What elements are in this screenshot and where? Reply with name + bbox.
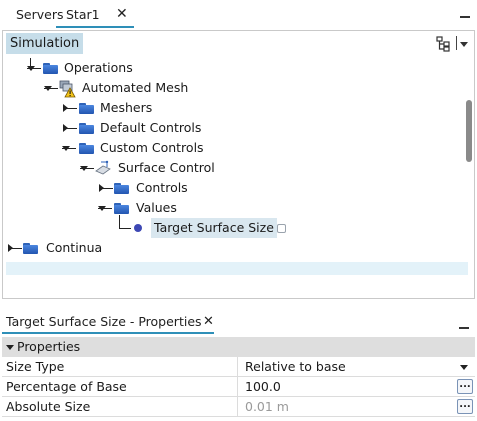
folder-icon bbox=[43, 63, 58, 74]
mesh-operation-warning-icon bbox=[58, 80, 76, 98]
minimize-icon[interactable] bbox=[460, 16, 470, 18]
tree-item-label: Operations bbox=[64, 60, 133, 75]
simulation-root-node[interactable]: Simulation bbox=[6, 33, 84, 54]
properties-section-header[interactable]: Properties bbox=[2, 337, 475, 357]
absolute-size-input: 0.01 m bbox=[245, 399, 289, 414]
absolute-size-ellipsis-button[interactable]: ... bbox=[457, 399, 473, 414]
tree-item-surface-control[interactable]: Surface Control bbox=[0, 158, 460, 178]
tree-item-label: Target Surface Size bbox=[151, 218, 277, 238]
tree-connector bbox=[63, 108, 77, 109]
folder-icon bbox=[114, 183, 129, 194]
properties-tab-indicator bbox=[2, 332, 214, 334]
properties-panel-title[interactable]: Target Surface Size - Properties bbox=[6, 313, 202, 331]
close-properties-icon[interactable]: ✕ bbox=[203, 313, 214, 331]
tree-item-label: Automated Mesh bbox=[82, 80, 189, 95]
collapse-section-icon[interactable] bbox=[6, 345, 14, 350]
tree-connector bbox=[44, 88, 58, 89]
close-tab-icon[interactable]: ✕ bbox=[116, 4, 128, 24]
tree-item-default-controls[interactable]: Default Controls bbox=[0, 118, 460, 138]
tree-connector bbox=[62, 148, 76, 149]
column-divider bbox=[237, 357, 238, 377]
property-row-percentage-of-base[interactable]: Percentage of Base 100.0 ... bbox=[2, 377, 475, 397]
column-divider bbox=[237, 397, 238, 417]
view-menu-chevron-down-icon[interactable] bbox=[460, 42, 468, 47]
folder-icon bbox=[79, 103, 94, 114]
tree-item-automated-mesh[interactable]: Automated Mesh bbox=[0, 78, 460, 98]
tree-item-meshers[interactable]: Meshers bbox=[0, 98, 460, 118]
tree-connector bbox=[99, 188, 113, 189]
property-name: Size Type bbox=[6, 359, 65, 374]
toolbar-separator bbox=[456, 36, 457, 50]
active-tab-indicator bbox=[56, 26, 134, 28]
tree-item-target-surface-size[interactable]: Target Surface Size bbox=[0, 218, 460, 238]
tree-scrollbar-thumb[interactable] bbox=[466, 100, 472, 162]
tree-item-operations[interactable]: Operations bbox=[0, 58, 460, 78]
property-name: Percentage of Base bbox=[6, 379, 127, 394]
folder-icon bbox=[23, 243, 38, 254]
edit-checkbox-icon[interactable] bbox=[277, 224, 286, 233]
tree-item-continua[interactable]: Continua bbox=[0, 238, 460, 258]
tree-item-label: Controls bbox=[136, 180, 188, 195]
section-label: Properties bbox=[17, 339, 81, 354]
folder-icon bbox=[114, 203, 129, 214]
tree-item-custom-controls[interactable]: Custom Controls bbox=[0, 138, 460, 158]
tree-item-label: Continua bbox=[46, 240, 103, 255]
percentage-of-base-input[interactable]: 100.0 bbox=[245, 377, 281, 397]
tree-item-controls[interactable]: Controls bbox=[0, 178, 460, 198]
tree-connector bbox=[80, 168, 94, 169]
tree-item-label: Custom Controls bbox=[100, 140, 204, 155]
tree-connector bbox=[98, 208, 112, 209]
folder-icon bbox=[79, 143, 94, 154]
tree-connector bbox=[8, 248, 22, 249]
tab-star1[interactable]: Star1 bbox=[66, 5, 100, 25]
tree-connector bbox=[63, 128, 77, 129]
tree-item-label: Values bbox=[136, 200, 177, 215]
size-type-dropdown[interactable]: Relative to base bbox=[245, 357, 346, 377]
surface-control-icon bbox=[94, 160, 112, 176]
tree-connector bbox=[27, 68, 41, 69]
minimize-properties-icon[interactable] bbox=[459, 327, 469, 329]
column-divider bbox=[237, 377, 238, 397]
tree-item-values[interactable]: Values bbox=[0, 198, 460, 218]
value-dot-icon bbox=[134, 224, 142, 232]
tree-item-label: Surface Control bbox=[118, 160, 215, 175]
tree-view-options-icon[interactable] bbox=[435, 36, 451, 52]
property-row-size-type[interactable]: Size Type Relative to base bbox=[2, 357, 475, 377]
percentage-of-base-ellipsis-button[interactable]: ... bbox=[457, 379, 473, 394]
tab-servers[interactable]: Servers bbox=[16, 5, 64, 25]
dropdown-chevron-icon[interactable] bbox=[460, 365, 468, 370]
tree-filter-strip bbox=[6, 262, 468, 275]
tree-connector bbox=[119, 228, 131, 229]
tree-item-label: Default Controls bbox=[100, 120, 202, 135]
tree-item-label: Meshers bbox=[100, 100, 153, 115]
folder-icon bbox=[79, 123, 94, 134]
property-name: Absolute Size bbox=[6, 399, 91, 414]
property-row-absolute-size[interactable]: Absolute Size 0.01 m ... bbox=[2, 397, 475, 417]
